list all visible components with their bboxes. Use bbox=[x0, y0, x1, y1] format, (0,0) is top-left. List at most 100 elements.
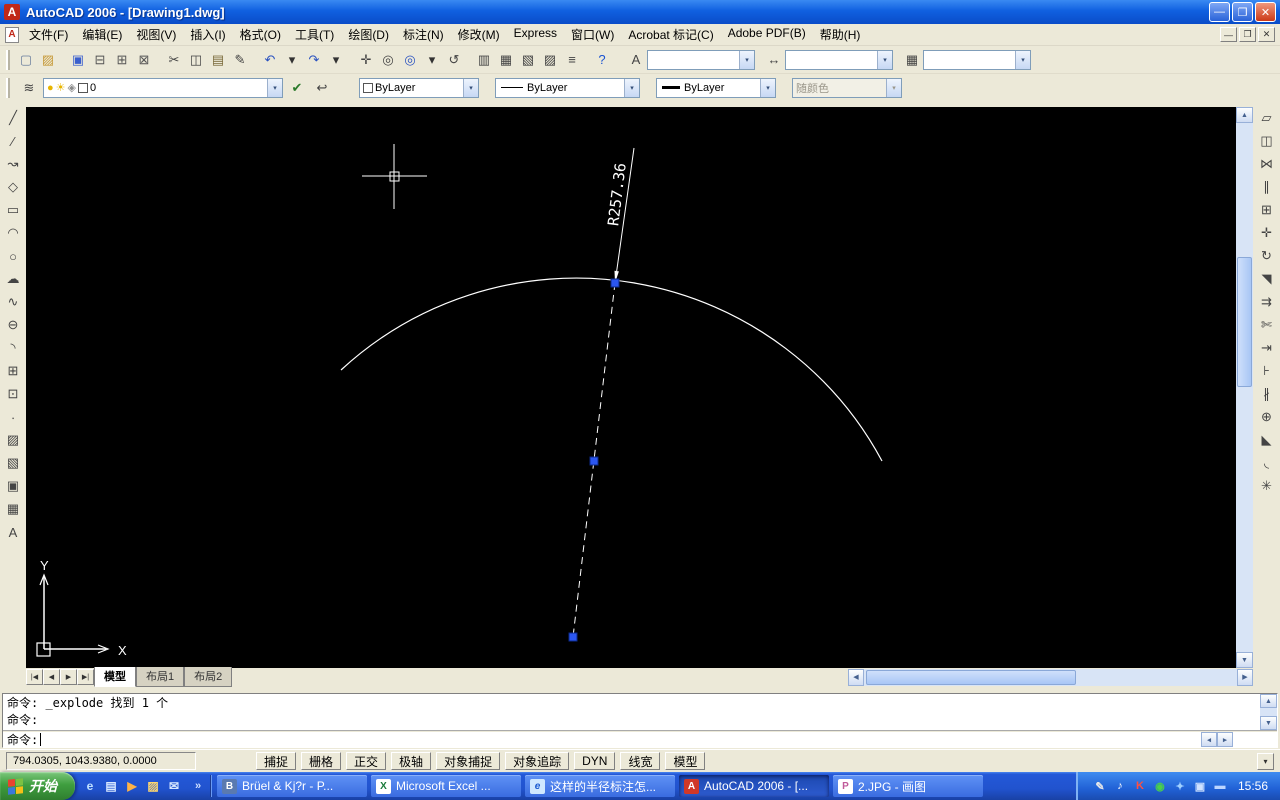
task-button-paint[interactable]: P 2.JPG - 画图 bbox=[833, 775, 983, 797]
break-tool[interactable]: ∦ bbox=[1255, 383, 1278, 405]
tray-network-icon[interactable]: ▬ bbox=[1212, 778, 1228, 794]
help-button[interactable]: ? bbox=[591, 48, 613, 71]
copy-button[interactable]: ◫ bbox=[185, 48, 207, 71]
layer-previous-button[interactable]: ↩ bbox=[311, 76, 333, 99]
tray-kingsoft-icon[interactable]: K bbox=[1132, 778, 1148, 794]
mdi-minimize-button[interactable]: — bbox=[1220, 27, 1237, 42]
grip-point[interactable] bbox=[568, 632, 578, 642]
move-tool[interactable]: ✛ bbox=[1255, 222, 1278, 244]
scroll-right-icon[interactable]: ▶ bbox=[1217, 732, 1233, 747]
start-button[interactable]: 开始 bbox=[0, 772, 75, 800]
chevron-down-icon[interactable]: ▾ bbox=[463, 78, 478, 97]
status-menu-button[interactable]: ▾ bbox=[1257, 752, 1274, 770]
menu-item[interactable]: 标注(N) bbox=[396, 23, 451, 46]
polyline-tool[interactable]: ↝ bbox=[2, 153, 24, 175]
tab-previous-button[interactable]: ◀ bbox=[43, 669, 60, 685]
construction-line-tool[interactable]: ∕ bbox=[2, 130, 24, 152]
tab-layout1[interactable]: 布局1 bbox=[136, 667, 185, 687]
scroll-left-icon[interactable]: ◀ bbox=[848, 668, 864, 686]
trim-tool[interactable]: ✄ bbox=[1255, 314, 1278, 336]
table-style-combo[interactable]: ▾ bbox=[923, 49, 1031, 70]
publish-button[interactable]: ⊠ bbox=[133, 48, 155, 71]
stretch-tool[interactable]: ⇉ bbox=[1255, 291, 1278, 313]
plot-button[interactable]: ⊟ bbox=[89, 48, 111, 71]
make-object-layer-current-button[interactable]: ✔ bbox=[286, 76, 308, 99]
tab-last-button[interactable]: ▶| bbox=[77, 669, 94, 685]
toggle-snap[interactable]: 捕捉 bbox=[256, 752, 297, 770]
redo-dropdown[interactable]: ▾ bbox=[325, 48, 347, 71]
undo-button[interactable]: ↶ bbox=[259, 48, 281, 71]
scroll-down-icon[interactable]: ▼ bbox=[1260, 716, 1277, 730]
toggle-grid[interactable]: 栅格 bbox=[301, 752, 342, 770]
cut-button[interactable]: ✂ bbox=[163, 48, 185, 71]
toolbar-grip[interactable] bbox=[6, 77, 10, 98]
table-tool[interactable]: ▦ bbox=[2, 498, 24, 520]
menu-item[interactable]: 绘图(D) bbox=[341, 23, 396, 46]
tab-first-button[interactable]: |◀ bbox=[26, 669, 43, 685]
menu-item[interactable]: 帮助(H) bbox=[813, 23, 868, 46]
mdi-restore-button[interactable]: ❐ bbox=[1239, 27, 1256, 42]
copy-tool[interactable]: ◫ bbox=[1255, 130, 1278, 152]
gradient-tool[interactable]: ▧ bbox=[2, 452, 24, 474]
fillet-tool[interactable]: ◟ bbox=[1255, 452, 1278, 474]
grip-point[interactable] bbox=[589, 456, 599, 466]
join-tool[interactable]: ⊕ bbox=[1255, 406, 1278, 428]
break-at-point-tool[interactable]: ⊦ bbox=[1255, 360, 1278, 382]
match-properties-button[interactable]: ✎ bbox=[229, 48, 251, 71]
toolbar-grip[interactable] bbox=[6, 49, 10, 70]
drawing-canvas[interactable]: R257.36 Y X bbox=[26, 107, 1236, 668]
quicklaunch-ie-icon[interactable]: e bbox=[81, 777, 99, 795]
menu-item[interactable]: Adobe PDF(B) bbox=[721, 23, 813, 46]
hatch-tool[interactable]: ▨ bbox=[2, 429, 24, 451]
tray-msn-icon[interactable]: ✦ bbox=[1172, 778, 1188, 794]
tab-layout2[interactable]: 布局2 bbox=[184, 667, 233, 687]
arc-tool[interactable]: ◠ bbox=[2, 222, 24, 244]
quicklaunch-media-player-icon[interactable]: ▶ bbox=[123, 777, 141, 795]
pan-button[interactable]: ✛ bbox=[355, 48, 377, 71]
toggle-otrack[interactable]: 对象追踪 bbox=[505, 752, 570, 770]
mirror-tool[interactable]: ⋈ bbox=[1255, 153, 1278, 175]
horizontal-scrollbar-thumb[interactable] bbox=[866, 669, 1076, 685]
quicklaunch-overflow-chevron[interactable]: » bbox=[189, 777, 207, 795]
tool-palettes-button[interactable]: ▧ bbox=[517, 48, 539, 71]
drawing-document-icon[interactable]: A bbox=[5, 26, 19, 43]
scroll-up-icon[interactable]: ▲ bbox=[1236, 107, 1253, 123]
vertical-scrollbar[interactable]: ▲ ▼ bbox=[1236, 107, 1253, 668]
task-button-bruel-kjaer[interactable]: B Brüel & Kj?r - P... bbox=[217, 775, 367, 797]
layer-on-bulb-icon[interactable]: ● bbox=[47, 82, 54, 94]
quickcalc-button[interactable]: ≡ bbox=[561, 48, 583, 71]
scroll-left-icon[interactable]: ◀ bbox=[1201, 732, 1217, 747]
menu-item[interactable]: 格式(O) bbox=[233, 23, 288, 46]
close-button[interactable]: ✕ bbox=[1255, 2, 1276, 22]
ellipse-tool[interactable]: ⊖ bbox=[2, 314, 24, 336]
revcloud-tool[interactable]: ☁ bbox=[2, 268, 24, 290]
minimize-button[interactable]: — bbox=[1209, 2, 1230, 22]
linetype-control-combo[interactable]: ByLayer ▾ bbox=[495, 77, 640, 98]
properties-button[interactable]: ▥ bbox=[473, 48, 495, 71]
mtext-tool[interactable]: A bbox=[2, 521, 24, 543]
scroll-down-icon[interactable]: ▼ bbox=[1236, 652, 1253, 668]
chevron-down-icon[interactable]: ▾ bbox=[1015, 50, 1030, 69]
scroll-right-icon[interactable]: ▶ bbox=[1237, 668, 1253, 686]
region-tool[interactable]: ▣ bbox=[2, 475, 24, 497]
scroll-up-icon[interactable]: ▲ bbox=[1260, 694, 1277, 708]
menu-item[interactable]: 修改(M) bbox=[451, 23, 507, 46]
toggle-polar[interactable]: 极轴 bbox=[391, 752, 432, 770]
menu-item[interactable]: 插入(I) bbox=[183, 23, 232, 46]
layer-properties-manager-button[interactable]: ≋ bbox=[18, 76, 40, 99]
spline-tool[interactable]: ∿ bbox=[2, 291, 24, 313]
undo-dropdown[interactable]: ▾ bbox=[281, 48, 303, 71]
zoom-realtime-button[interactable]: ◎ bbox=[377, 48, 399, 71]
task-button-autocad[interactable]: A AutoCAD 2006 - [... bbox=[679, 775, 829, 797]
array-tool[interactable]: ⊞ bbox=[1255, 199, 1278, 221]
chevron-down-icon[interactable]: ▾ bbox=[267, 78, 282, 97]
task-button-browser[interactable]: e 这样的半径标注怎... bbox=[525, 775, 675, 797]
polygon-tool[interactable]: ◇ bbox=[2, 176, 24, 198]
quicklaunch-show-desktop-icon[interactable]: ▤ bbox=[102, 777, 120, 795]
rectangle-tool[interactable]: ▭ bbox=[2, 199, 24, 221]
table-style-button[interactable]: ▦ bbox=[901, 48, 923, 71]
color-control-combo[interactable]: ByLayer ▾ bbox=[359, 77, 479, 98]
toggle-lineweight[interactable]: 线宽 bbox=[620, 752, 661, 770]
dim-style-button[interactable]: ↔ bbox=[763, 48, 785, 71]
tray-display-icon[interactable]: ▣ bbox=[1192, 778, 1208, 794]
